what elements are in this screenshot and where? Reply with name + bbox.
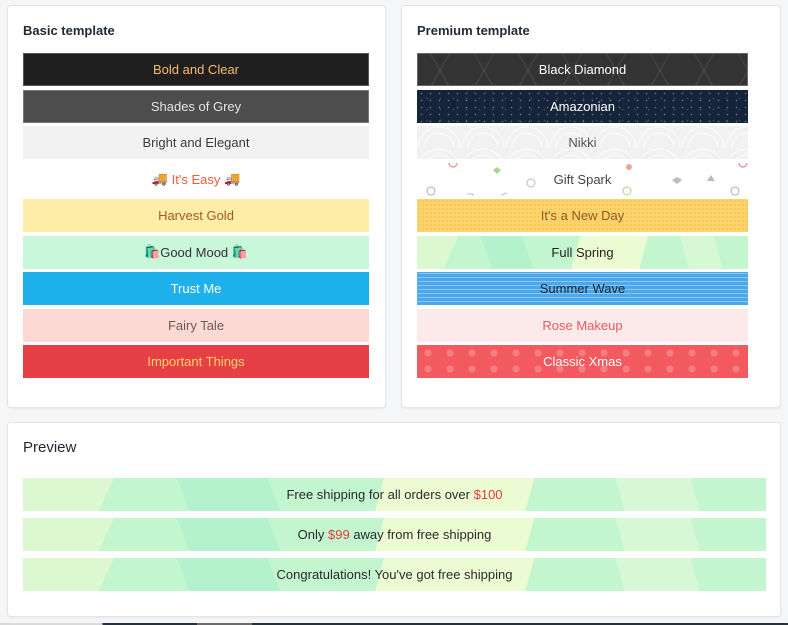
message-text: Congratulations! You've got free shippin…	[276, 567, 513, 582]
template-amazonian[interactable]: Amazonian	[417, 89, 748, 123]
preview-card: Preview Free shipping for all orders ove…	[7, 422, 781, 617]
template-label: Gift Spark	[553, 171, 612, 187]
template-summer-wave[interactable]: Summer Wave	[417, 272, 748, 305]
remaining-amount: $99	[328, 527, 350, 542]
template-label: Good Mood	[160, 244, 229, 260]
preview-title: Preview	[23, 439, 77, 456]
template-full-spring[interactable]: Full Spring	[417, 235, 748, 269]
template-fairy-tale[interactable]: Fairy Tale	[23, 308, 369, 342]
template-good-mood[interactable]: 🛍️ Good Mood 🛍️	[23, 235, 369, 269]
template-label: It's a New Day	[540, 208, 625, 223]
preview-list: Free shipping for all orders over $100 O…	[23, 478, 766, 598]
preview-message-progress: Only $99 away from free shipping	[23, 518, 766, 551]
message-text: away from free shipping	[349, 527, 492, 542]
template-trust-me[interactable]: Trust Me	[23, 272, 369, 305]
template-label: Black Diamond	[538, 62, 627, 77]
template-black-diamond[interactable]: Black Diamond	[417, 53, 748, 86]
premium-template-title: Premium template	[417, 23, 530, 38]
premium-template-card: Premium template Black Diamond Amazonian…	[401, 5, 781, 408]
template-label: Bright and Elegant	[142, 135, 250, 150]
template-bold-and-clear[interactable]: Bold and Clear	[23, 53, 369, 86]
template-harvest-gold[interactable]: Harvest Gold	[23, 199, 369, 232]
message-text: Only	[297, 527, 328, 542]
template-nikki[interactable]: Nikki	[417, 126, 748, 159]
threshold-amount: $100	[473, 487, 503, 502]
template-label: Amazonian	[549, 98, 616, 114]
template-label: It's Easy	[171, 171, 221, 187]
template-rose-makeup[interactable]: Rose Makeup	[417, 308, 748, 342]
template-label: Full Spring	[551, 244, 614, 260]
shopping-bags-icon: 🛍️	[144, 244, 161, 259]
preview-message-goal-achieved: Congratulations! You've got free shippin…	[23, 558, 766, 591]
template-classic-xmas[interactable]: Classic Xmas	[417, 345, 748, 378]
template-label: Classic Xmas	[543, 354, 622, 369]
template-label: Rose Makeup	[542, 317, 623, 333]
truck-icon: 🚚	[223, 171, 241, 186]
template-label: Trust Me	[170, 281, 222, 296]
template-its-easy[interactable]: 🚚 It's Easy 🚚	[23, 162, 369, 196]
truck-icon: 🚚	[151, 171, 169, 186]
template-important-things[interactable]: Important Things	[23, 345, 369, 378]
basic-template-card: Basic template Bold and Clear Shades of …	[7, 5, 386, 408]
template-label: Nikki	[568, 135, 597, 150]
template-shades-of-grey[interactable]: Shades of Grey	[23, 89, 369, 123]
template-label: Important Things	[147, 354, 245, 369]
template-label: Bold and Clear	[153, 62, 239, 77]
template-label: Summer Wave	[539, 281, 626, 296]
template-its-a-new-day[interactable]: It's a New Day	[417, 199, 748, 232]
message-text: Free shipping for all orders over	[286, 487, 474, 502]
basic-template-list: Bold and Clear Shades of Grey Bright and…	[23, 53, 369, 382]
template-label: Shades of Grey	[150, 98, 242, 114]
premium-template-list: Black Diamond Amazonian Nikki Gift Spark…	[417, 53, 748, 382]
template-label: Fairy Tale	[167, 317, 225, 333]
template-bright-and-elegant[interactable]: Bright and Elegant	[23, 126, 369, 159]
template-gift-spark[interactable]: Gift Spark	[417, 162, 748, 196]
shopping-bags-icon: 🛍️	[231, 244, 248, 259]
basic-template-title: Basic template	[23, 23, 115, 38]
preview-message-initial: Free shipping for all orders over $100	[23, 478, 766, 511]
template-label: Harvest Gold	[158, 208, 234, 223]
